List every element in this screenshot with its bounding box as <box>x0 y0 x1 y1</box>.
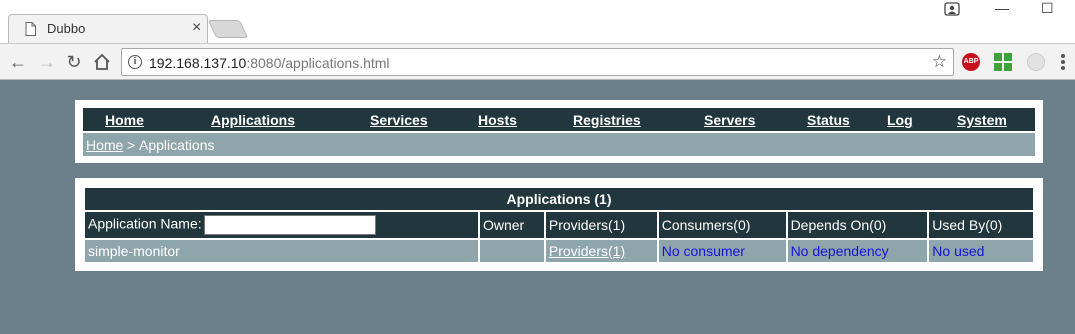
grid-extension-icon[interactable] <box>994 53 1012 71</box>
header-used-by: Used By(0) <box>927 210 1035 240</box>
no-used-text: No used <box>932 243 985 259</box>
header-application-name: Application Name: <box>83 210 480 240</box>
back-icon[interactable]: ← <box>6 50 30 74</box>
breadcrumb-separator: > <box>123 137 139 153</box>
home-icon[interactable] <box>93 53 111 71</box>
menu-services[interactable]: Services <box>370 112 428 128</box>
maximize-button[interactable]: ☐ <box>1041 0 1054 17</box>
reload-icon[interactable]: ↻ <box>62 50 86 74</box>
cell-application-name: simple-monitor <box>83 238 480 264</box>
header-depends-on: Depends On(0) <box>785 210 930 240</box>
menu-hosts[interactable]: Hosts <box>478 112 517 128</box>
cell-owner <box>477 238 546 264</box>
user-profile-icon[interactable] <box>944 2 960 16</box>
bookmark-star-icon[interactable]: ☆ <box>932 52 947 72</box>
document-icon <box>25 22 36 36</box>
address-bar[interactable]: i 192.168.137.10:8080/applications.html … <box>121 48 954 76</box>
menu-applications[interactable]: Applications <box>211 112 295 128</box>
site-info-icon[interactable]: i <box>128 55 142 69</box>
new-tab-button[interactable] <box>207 20 249 38</box>
application-name-filter-input[interactable] <box>203 215 376 235</box>
header-providers: Providers(1) <box>543 210 659 240</box>
browser-tab[interactable]: Dubbo × <box>8 14 208 44</box>
table-header-row: Application Name: Owner Providers(1) Con… <box>83 210 1035 240</box>
breadcrumb: Home > Applications <box>83 133 1035 156</box>
main-menu: Home Applications Services Hosts Registr… <box>83 108 1035 131</box>
menu-status[interactable]: Status <box>807 112 850 128</box>
applications-table: Applications (1) Application Name: Owner… <box>83 186 1035 264</box>
header-owner: Owner <box>477 210 546 240</box>
table-row: simple-monitor Providers(1) No consumer … <box>83 238 1035 264</box>
adblock-extension-icon[interactable]: ABP <box>962 53 980 71</box>
application-name-label: Application Name: <box>88 215 202 232</box>
tab-title: Dubbo <box>47 21 86 36</box>
cell-used-by: No used <box>927 238 1035 264</box>
breadcrumb-current: Applications <box>139 137 215 153</box>
cell-depends-on: No dependency <box>785 238 930 264</box>
no-dependency-text: No dependency <box>790 243 889 259</box>
menu-registries[interactable]: Registries <box>573 112 641 128</box>
minimize-button[interactable]: — <box>995 0 1009 16</box>
forward-icon[interactable]: → <box>35 50 59 74</box>
breadcrumb-home-link[interactable]: Home <box>86 137 123 153</box>
extension-icon[interactable] <box>1027 53 1045 71</box>
applications-panel: Applications (1) Application Name: Owner… <box>75 178 1043 271</box>
cell-consumers: No consumer <box>656 238 788 264</box>
browser-titlebar: Dubbo × — ☐ <box>0 0 1075 44</box>
providers-link[interactable]: Providers(1) <box>549 243 625 259</box>
menu-servers[interactable]: Servers <box>704 112 755 128</box>
tab-close-icon[interactable]: × <box>192 19 201 37</box>
menu-home[interactable]: Home <box>105 112 144 128</box>
menu-system[interactable]: System <box>957 112 1007 128</box>
menu-log[interactable]: Log <box>887 112 913 128</box>
browser-toolbar: ← → ↻ i 192.168.137.10:8080/applications… <box>0 43 1075 80</box>
navigation-panel: Home Applications Services Hosts Registr… <box>75 100 1043 163</box>
address-url[interactable]: 192.168.137.10:8080/applications.html <box>149 55 390 71</box>
cell-providers: Providers(1) <box>543 238 659 264</box>
no-consumer-text: No consumer <box>661 243 745 259</box>
browser-menu-icon[interactable] <box>1060 53 1066 71</box>
table-caption: Applications (1) <box>83 186 1035 212</box>
header-consumers: Consumers(0) <box>656 210 788 240</box>
